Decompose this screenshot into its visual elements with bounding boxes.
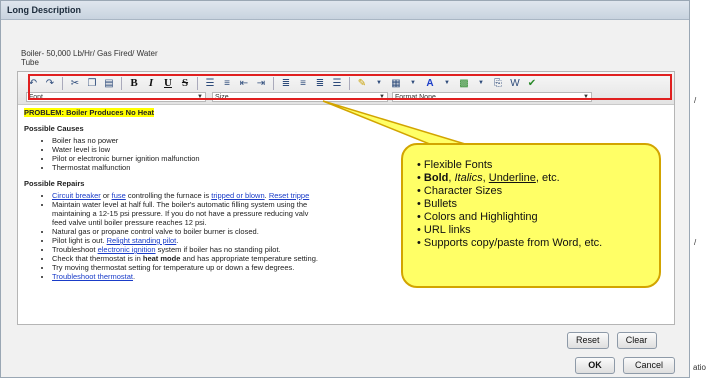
paste-icon[interactable]: ▤ [102, 76, 116, 90]
toolbar-divider [273, 76, 274, 90]
justify-icon[interactable]: ☰ [330, 76, 344, 90]
bold-text: heat mode [142, 254, 181, 263]
font-select-label: Font [29, 94, 44, 101]
chevron-down-icon[interactable]: ▼ [406, 76, 420, 90]
callout-item-text: URL links [423, 224, 471, 236]
callout-bold: Bold [423, 172, 449, 184]
chevron-down-icon[interactable]: ▼ [474, 76, 488, 90]
text-span: system if boiler has no standing pilot. [155, 245, 281, 254]
callout-item-text: Bullets [423, 198, 457, 210]
callout-item: • Character Sizes [417, 185, 503, 197]
font-color-icon[interactable]: A [423, 76, 437, 90]
background-mark: / [694, 96, 697, 105]
callout-item-text: Supports copy/paste from Word, etc. [423, 237, 603, 249]
callout-etc: , etc. [535, 172, 560, 184]
background-text: atio [693, 363, 706, 372]
size-select-label: Size [215, 94, 229, 101]
table-icon[interactable]: ▦ [389, 76, 403, 90]
paste-word-icon[interactable]: W [508, 76, 522, 90]
text-span: controlling the furnace is [125, 191, 212, 200]
text-span: Pilot light is out. [52, 236, 107, 245]
underline-button[interactable]: U [161, 76, 175, 90]
format-select[interactable]: Format None ▼ [392, 92, 592, 102]
toolbar-divider [121, 76, 122, 90]
feature-callout: • Flexible Fonts • Bold, Italics, Underl… [401, 143, 661, 288]
format-select-label: Format [395, 94, 418, 101]
align-center-icon[interactable]: ≡ [296, 76, 310, 90]
insert-link-icon[interactable]: ⎘ [491, 76, 505, 90]
indent-icon[interactable]: ⇥ [254, 76, 268, 90]
circuit-breaker-link[interactable]: Circuit breaker [52, 191, 101, 200]
text-span: . [133, 272, 136, 281]
callout-item: • Bullets [417, 198, 457, 210]
chevron-down-icon[interactable]: ▼ [440, 76, 454, 90]
dialog-title: Long Description [1, 1, 689, 20]
strikethrough-button[interactable]: S [178, 76, 192, 90]
callout-italics: Italics [454, 172, 483, 184]
spellcheck-icon[interactable]: ✔ [525, 76, 539, 90]
text-span: maintaining a 12-15 psi pressure. If you… [52, 209, 309, 218]
editor-buttons: Reset Clear [567, 332, 657, 349]
reset-button[interactable]: Reset [567, 332, 609, 349]
callout-item-text: Character Sizes [423, 185, 503, 197]
text-span: and has appropriate temperature setting. [180, 254, 318, 263]
chevron-down-icon: ▼ [583, 94, 589, 100]
ordered-list-icon[interactable]: ☰ [203, 76, 217, 90]
format-select-value: None [419, 94, 436, 101]
background-color-icon[interactable]: ▩ [457, 76, 471, 90]
callout-underline: Underline [488, 172, 536, 184]
causes-heading: Possible Causes [24, 124, 84, 133]
unordered-list-icon[interactable]: ≡ [220, 76, 234, 90]
reset-tripped-link[interactable]: Reset trippe [269, 191, 309, 200]
editor-toolbar: ↶ ↷ ✂ ❐ ▤ B I U S ☰ ≡ ⇤ ⇥ ≣ ≡ ≣ ☰ ✎ ▼ ▦ … [18, 72, 674, 105]
callout-item: • Bold, Italics, Underline, etc. [417, 172, 560, 184]
electronic-ignition-link[interactable]: electronic ignition [98, 245, 156, 254]
ok-button[interactable]: OK [575, 357, 615, 374]
chevron-down-icon: ▼ [379, 94, 385, 100]
text-span: feed valve until boiler pressure reaches… [52, 218, 207, 227]
background-mark: / [694, 238, 697, 247]
text-span: Maintain water level at half full. The b… [52, 200, 308, 209]
clear-button[interactable]: Clear [616, 332, 657, 349]
toolbar-divider [62, 76, 63, 90]
text-span: . [176, 236, 179, 245]
copy-icon[interactable]: ❐ [85, 76, 99, 90]
bold-button[interactable]: B [127, 76, 141, 90]
problem-heading: PROBLEM: Boiler Produces No Heat [24, 108, 155, 117]
callout-item: • URL links [417, 224, 471, 236]
relight-pilot-link[interactable]: Relight standing pilot [107, 236, 177, 245]
chevron-down-icon: ▼ [197, 94, 203, 100]
outdent-icon[interactable]: ⇤ [237, 76, 251, 90]
fuse-link[interactable]: fuse [112, 191, 126, 200]
cancel-button[interactable]: Cancel [623, 357, 675, 374]
toolbar-divider [197, 76, 198, 90]
callout-item-text: Flexible Fonts [423, 159, 493, 171]
text-span: Troubleshoot [52, 245, 98, 254]
tripped-or-blown-link[interactable]: tripped or blown [211, 191, 264, 200]
callout-item: • Colors and Highlighting [417, 211, 538, 223]
callout-item-text: Colors and Highlighting [423, 211, 538, 223]
troubleshoot-thermostat-link[interactable]: Troubleshoot thermostat [52, 272, 133, 281]
callout-list: • Flexible Fonts • Bold, Italics, Underl… [403, 145, 659, 250]
highlight-icon[interactable]: ✎ [355, 76, 369, 90]
text-span: Check that thermostat is in [52, 254, 143, 263]
long-description-dialog: Long Description Boiler- 50,000 Lb/Hr/ G… [0, 0, 690, 378]
redo-icon[interactable]: ↷ [43, 76, 57, 90]
chevron-down-icon[interactable]: ▼ [372, 76, 386, 90]
dialog-buttons: OK Cancel [575, 357, 675, 374]
undo-icon[interactable]: ↶ [26, 76, 40, 90]
toolbar-divider [349, 76, 350, 90]
callout-item: • Flexible Fonts [417, 159, 493, 171]
text-span: or [100, 191, 112, 200]
align-left-icon[interactable]: ≣ [279, 76, 293, 90]
asset-description-line2: Tube [21, 58, 39, 67]
asset-description: Boiler- 50,000 Lb/Hr/ Gas Fired/ Water T… [21, 49, 158, 67]
italic-button[interactable]: I [144, 76, 158, 90]
callout-item: • Supports copy/paste from Word, etc. [417, 237, 603, 249]
asset-description-line1: Boiler- 50,000 Lb/Hr/ Gas Fired/ Water [21, 49, 158, 58]
align-right-icon[interactable]: ≣ [313, 76, 327, 90]
size-select[interactable]: Size ▼ [212, 92, 388, 102]
font-select[interactable]: Font ▼ [26, 92, 206, 102]
cut-icon[interactable]: ✂ [68, 76, 82, 90]
